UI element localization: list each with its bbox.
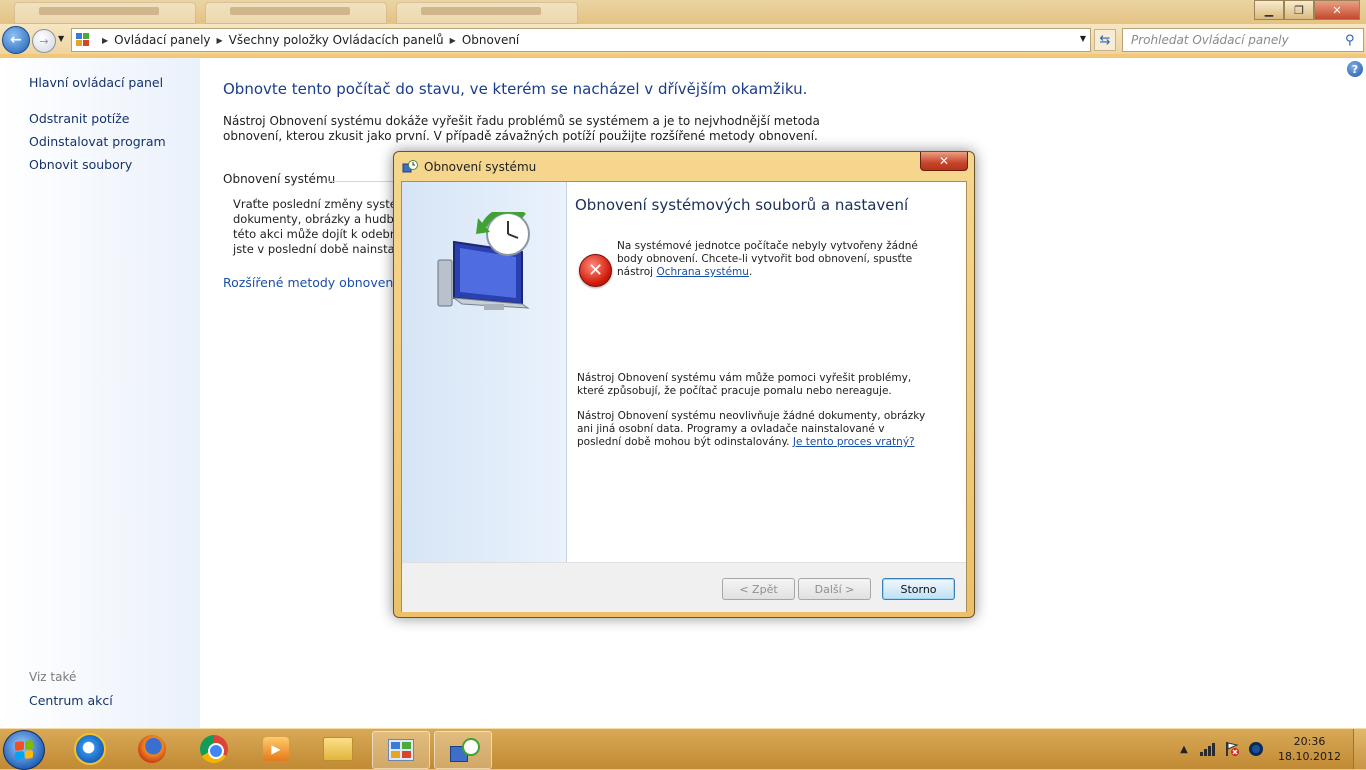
clock[interactable]: 20:36 18.10.2012	[1278, 734, 1341, 764]
chrome-icon	[200, 735, 228, 763]
sidebar-item-action-center[interactable]: Centrum akcí	[29, 693, 113, 708]
media-player-icon: ▶	[263, 737, 289, 761]
taskbar-control-panel[interactable]	[372, 731, 430, 769]
sidebar-item-troubleshoot[interactable]: Odstranit potíže	[29, 111, 129, 126]
arrow-left-icon: ←	[10, 32, 22, 48]
error-icon: ✕	[579, 254, 612, 287]
breadcrumb-all-items[interactable]: Všechny položky Ovládacích panelů	[229, 33, 444, 47]
dialog-close-button[interactable]: ✕	[920, 152, 968, 171]
refresh-icon: ⇆	[1099, 32, 1111, 48]
window-titlebar: ▁ ❐ ✕	[0, 0, 1366, 24]
taskbar: ▶ ▲ 20:36 18.10.2012	[0, 728, 1366, 770]
chevron-right-icon[interactable]: ▶	[450, 36, 456, 45]
clock-date: 18.10.2012	[1278, 750, 1341, 763]
dialog-body: Obnovení systémových souborů a nastavení…	[401, 181, 967, 612]
background-tab	[205, 2, 387, 24]
dialog-side-panel	[402, 182, 567, 562]
chevron-right-icon[interactable]: ▶	[217, 36, 223, 45]
breadcrumb-control-panel[interactable]: Ovládací panely	[114, 33, 210, 47]
taskbar-firefox[interactable]	[124, 731, 180, 767]
sidebar-item-home[interactable]: Hlavní ovládací panel	[29, 75, 163, 90]
system-restore-illustration-icon	[432, 207, 542, 312]
dialog-heading: Obnovení systémových souborů a nastavení	[575, 196, 909, 214]
advanced-recovery-link[interactable]: Rozšířené metody obnovení	[223, 275, 397, 290]
internet-explorer-icon	[74, 733, 106, 765]
arrow-right-icon: →	[39, 34, 49, 48]
taskbar-internet-explorer[interactable]	[62, 731, 118, 767]
error-message: Na systémové jednotce počítače nebyly vy…	[617, 240, 937, 279]
sidebar-item-restore-files[interactable]: Obnovit soubory	[29, 157, 132, 172]
system-tray: ▲ 20:36 18.10.2012	[1176, 729, 1366, 769]
start-button[interactable]	[3, 730, 45, 770]
forward-button[interactable]: →	[32, 29, 56, 53]
background-tab	[396, 2, 578, 24]
info-paragraph-1: Nástroj Obnovení systému vám může pomoci…	[577, 372, 912, 397]
clock-time: 20:36	[1293, 735, 1326, 748]
system-restore-icon	[450, 738, 480, 762]
is-reversible-link[interactable]: Je tento proces vratný?	[793, 436, 915, 448]
left-navigation-pane: Hlavní ovládací panel Odstranit potíže O…	[0, 58, 200, 728]
sidebar-item-uninstall[interactable]: Odinstalovat program	[29, 134, 166, 149]
system-restore-icon	[402, 159, 418, 175]
next-button-disabled[interactable]: Další >	[798, 578, 871, 600]
refresh-button[interactable]: ⇆	[1094, 29, 1116, 51]
show-desktop-button[interactable]	[1353, 729, 1366, 769]
search-box[interactable]: Prohledat Ovládací panely ⚲	[1122, 28, 1364, 52]
page-title: Obnovte tento počítač do stavu, ve které…	[223, 80, 808, 98]
breadcrumb[interactable]: ▶ Ovládací panely ▶ Všechny položky Ovlá…	[71, 28, 1091, 52]
chevron-down-icon: ▼	[58, 34, 65, 43]
help-icon[interactable]: ?	[1347, 61, 1363, 77]
taskbar-system-restore[interactable]	[434, 731, 492, 769]
intro-text: Nástroj Obnovení systému dokáže vyřešit …	[223, 114, 820, 143]
address-bar: ← → ▼ ▶ Ovládací panely ▶ Všechny položk…	[0, 24, 1366, 54]
folder-icon	[323, 737, 353, 761]
breadcrumb-recovery[interactable]: Obnovení	[462, 33, 519, 47]
see-also-label: Viz také	[29, 670, 77, 684]
search-input[interactable]: Prohledat Ovládací panely	[1131, 33, 1345, 47]
control-panel-icon	[388, 739, 414, 761]
taskbar-explorer[interactable]	[310, 731, 366, 767]
action-center-flag-icon[interactable]	[1224, 741, 1240, 757]
info-paragraph-2: Nástroj Obnovení systému neovlivňuje žád…	[577, 410, 927, 449]
back-button[interactable]: ←	[2, 26, 30, 54]
error-end: .	[748, 266, 753, 278]
network-signal-icon[interactable]	[1200, 741, 1216, 757]
taskbar-chrome[interactable]	[186, 731, 242, 767]
control-panel-icon	[76, 33, 92, 47]
taskbar-media-player[interactable]: ▶	[248, 731, 304, 767]
windows-logo-icon	[15, 740, 33, 760]
firefox-icon	[138, 735, 166, 763]
search-icon[interactable]: ⚲	[1345, 33, 1363, 48]
chevron-down-icon[interactable]: ▼	[1080, 34, 1086, 43]
tray-app-icon[interactable]	[1248, 741, 1264, 757]
maximize-button[interactable]: ❐	[1284, 0, 1314, 20]
close-button[interactable]: ✕	[1314, 0, 1360, 20]
minimize-button[interactable]: ▁	[1254, 0, 1284, 20]
recent-pages-dropdown[interactable]: ▼	[58, 34, 64, 43]
chevron-right-icon[interactable]: ▶	[102, 36, 108, 45]
dialog-footer: < Zpět Další > Storno	[402, 562, 966, 612]
show-hidden-icons-button[interactable]: ▲	[1176, 741, 1192, 757]
background-tab	[14, 2, 196, 24]
system-protection-link[interactable]: Ochrana systému	[656, 266, 749, 278]
back-button-disabled[interactable]: < Zpět	[722, 578, 795, 600]
system-restore-dialog: Obnovení systému ✕ Obnovení systémových	[393, 151, 975, 618]
section-title: Obnovení systému	[223, 172, 336, 186]
cancel-button[interactable]: Storno	[882, 578, 955, 600]
dialog-title: Obnovení systému	[424, 160, 537, 174]
